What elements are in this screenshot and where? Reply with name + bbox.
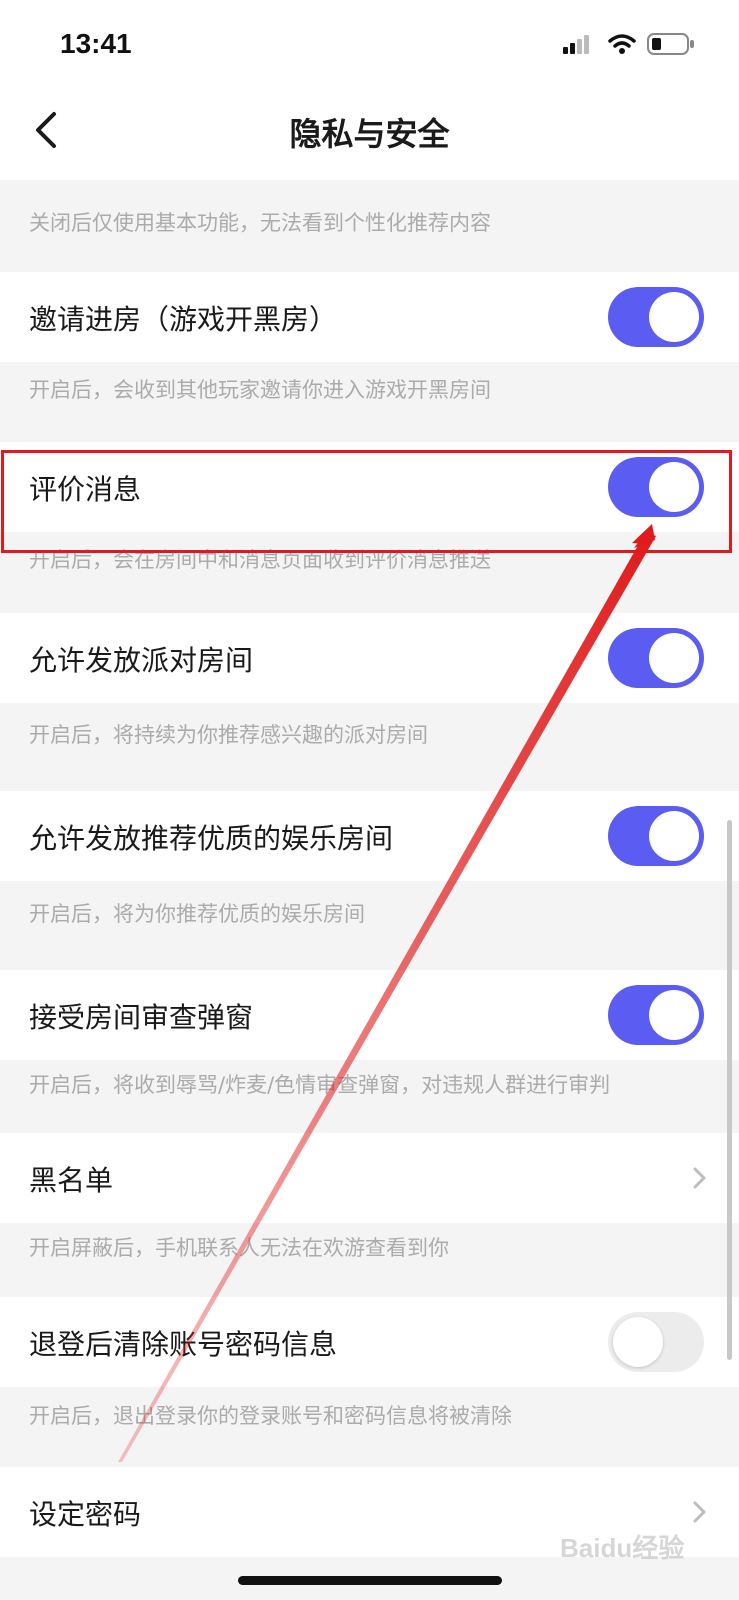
setting-label: 接受房间审查弹窗: [29, 1001, 254, 1034]
settings-row-invite[interactable]: 邀请进房（游戏开黑房）: [0, 272, 739, 362]
invite-toggle[interactable]: [608, 287, 704, 347]
watermark: Baidu经验: [560, 1533, 685, 1563]
setting-label: 允许发放推荐优质的娱乐房间: [29, 822, 394, 855]
setting-desc: 关闭后仅使用基本功能，无法看到个性化推荐内容: [29, 211, 491, 235]
setting-label: 退登后清除账号密码信息: [29, 1328, 338, 1361]
chevron-right-icon[interactable]: [690, 1497, 710, 1527]
setting-label: 设定密码: [29, 1498, 142, 1531]
setting-label: 允许发放派对房间: [29, 644, 254, 677]
setting-desc: 开启后，退出登录你的登录账号和密码信息将被清除: [29, 1404, 512, 1428]
setting-desc: 开启后，将持续为你推荐感兴趣的派对房间: [29, 723, 428, 747]
page-title: 隐私与安全: [289, 115, 450, 153]
status-icons: [563, 32, 703, 60]
status-bar: 13:41: [0, 0, 739, 95]
signal-icon: [563, 35, 589, 54]
toggle-knob: [649, 633, 699, 683]
setting-desc: 开启后，将为你推荐优质的娱乐房间: [29, 902, 365, 926]
clear-credentials-toggle[interactable]: [608, 1312, 704, 1372]
entertainment-room-toggle[interactable]: [608, 806, 704, 866]
setting-desc: 开启后，会收到其他玩家邀请你进入游戏开黑房间: [29, 378, 491, 402]
setting-label: 邀请进房（游戏开黑房）: [29, 303, 338, 336]
toggle-knob: [613, 1317, 663, 1367]
highlight-box: [1, 450, 732, 553]
review-popup-toggle[interactable]: [608, 985, 704, 1045]
settings-row-clear-credentials[interactable]: 退登后清除账号密码信息: [0, 1297, 739, 1387]
wifi-icon: [608, 34, 636, 54]
toggle-knob: [649, 990, 699, 1040]
chevron-right-icon[interactable]: [690, 1163, 710, 1193]
setting-desc: 开启屏蔽后，手机联系人无法在欢游查看到你: [29, 1236, 449, 1260]
toggle-knob: [649, 811, 699, 861]
settings-row-party-room[interactable]: 允许发放派对房间: [0, 613, 739, 703]
battery-icon: [647, 33, 694, 55]
home-indicator: [238, 1576, 502, 1585]
status-time: 13:41: [60, 28, 132, 59]
party-room-toggle[interactable]: [608, 628, 704, 688]
nav-bar: 隐私与安全: [0, 95, 739, 165]
settings-row-review-popup[interactable]: 接受房间审查弹窗: [0, 970, 739, 1060]
setting-desc: 开启后，将收到辱骂/炸麦/色情审查弹窗，对违规人群进行审判: [29, 1073, 611, 1097]
settings-row-partial: [0, 165, 739, 180]
toggle-knob: [649, 292, 699, 342]
settings-row-entertainment-room[interactable]: 允许发放推荐优质的娱乐房间: [0, 791, 739, 881]
setting-label: 黑名单: [29, 1164, 114, 1197]
settings-row-blacklist[interactable]: 黑名单: [0, 1133, 739, 1223]
scrollbar[interactable]: [727, 820, 732, 1360]
settings-list: 关闭后仅使用基本功能，无法看到个性化推荐内容 邀请进房（游戏开黑房） 开启后，会…: [0, 165, 739, 1600]
